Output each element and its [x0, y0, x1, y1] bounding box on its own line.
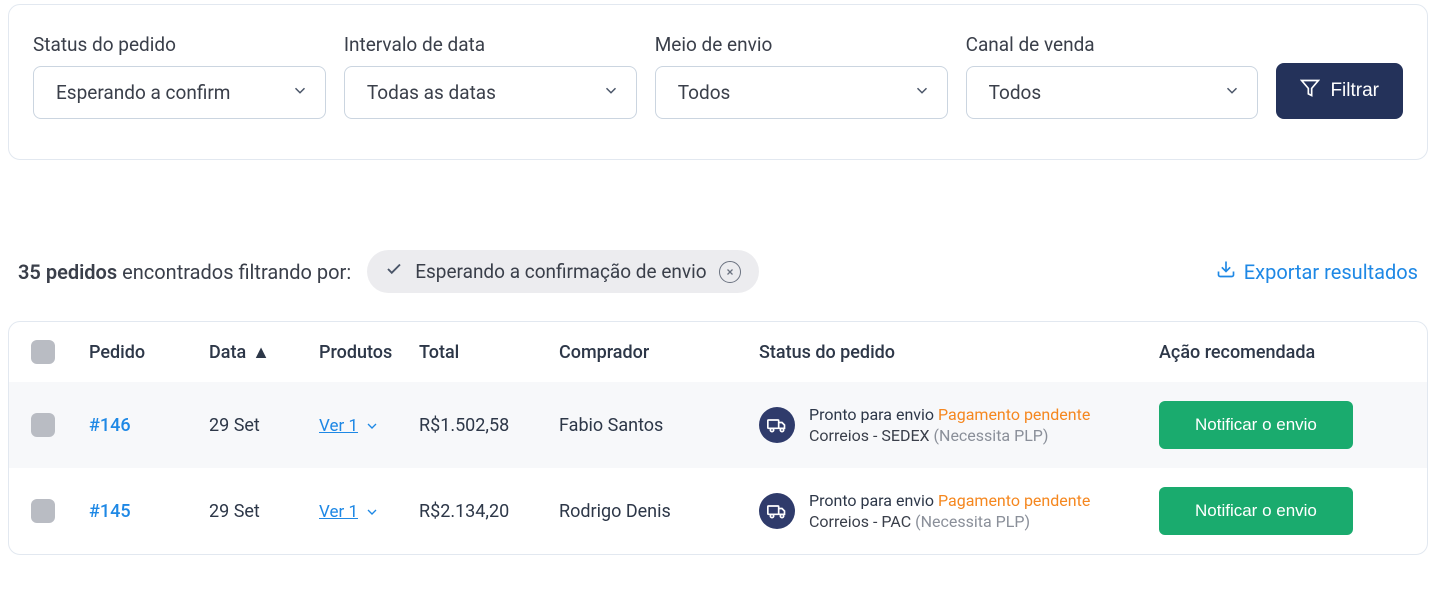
filter-channel-value: Todos — [989, 81, 1042, 104]
filter-channel-label: Canal de venda — [966, 33, 1259, 56]
table-row: #146 29 Set Ver 1 R$1.502,58 Fabio Santo… — [9, 382, 1427, 468]
header-date-sort[interactable]: Data ▲ — [209, 342, 319, 363]
filter-status-label: Status do pedido — [33, 33, 326, 56]
order-buyer: Rodrigo Denis — [559, 501, 759, 522]
status-shipping: Correios - PAC — [809, 512, 911, 531]
summary-found: encontrados filtrando por: — [122, 260, 351, 284]
header-products: Produtos — [319, 342, 419, 363]
status-lines: Pronto para envio Pagamento pendente Cor… — [809, 491, 1090, 531]
filter-date-select[interactable]: Todas as datas — [344, 66, 637, 119]
filter-channel-select[interactable]: Todos — [966, 66, 1259, 119]
notify-shipment-button[interactable]: Notificar o envio — [1159, 401, 1353, 449]
filter-ship-select[interactable]: Todos — [655, 66, 948, 119]
header-action: Ação recomendada — [1159, 342, 1417, 363]
header-total: Total — [419, 342, 559, 363]
summary-text: 35 pedidos encontrados filtrando por: — [18, 260, 351, 284]
header-buyer: Comprador — [559, 342, 759, 363]
products-count: Ver 1 — [319, 416, 358, 436]
row-checkbox[interactable] — [31, 413, 55, 437]
filter-button-label: Filtrar — [1330, 80, 1379, 102]
order-link[interactable]: #146 — [89, 415, 209, 436]
filter-status-select[interactable]: Esperando a confirm — [33, 66, 326, 119]
check-icon — [385, 260, 403, 283]
filter-date-label: Intervalo de data — [344, 33, 637, 56]
funnel-icon — [1300, 78, 1320, 104]
filter-chip-label: Esperando a confirmação de envio — [415, 260, 706, 283]
chevron-down-icon — [364, 504, 380, 520]
filters-panel: Status do pedido Esperando a confirm Int… — [8, 4, 1428, 160]
truck-icon — [759, 407, 795, 443]
table-row: #145 29 Set Ver 1 R$2.134,20 Rodrigo Den… — [9, 468, 1427, 554]
filter-ship: Meio de envio Todos — [655, 33, 948, 119]
status-payment-pending: Pagamento pendente — [938, 405, 1090, 424]
summary-row: 35 pedidos encontrados filtrando por: Es… — [0, 250, 1436, 293]
filter-chip: Esperando a confirmação de envio — [367, 250, 758, 293]
filter-date-value: Todas as datas — [367, 81, 496, 104]
filter-channel: Canal de venda Todos — [966, 33, 1259, 119]
chevron-down-icon — [913, 81, 931, 104]
sort-asc-icon: ▲ — [252, 342, 270, 363]
filter-status-value: Esperando a confirm — [56, 81, 230, 104]
download-icon — [1216, 259, 1236, 284]
products-count: Ver 1 — [319, 502, 358, 522]
export-results-link[interactable]: Exportar resultados — [1216, 259, 1418, 284]
status-lines: Pronto para envio Pagamento pendente Cor… — [809, 405, 1090, 445]
select-all-checkbox[interactable] — [31, 340, 55, 364]
order-link[interactable]: #145 — [89, 501, 209, 522]
remove-chip-button[interactable] — [719, 261, 741, 283]
filter-ship-value: Todos — [678, 81, 731, 104]
filter-ship-label: Meio de envio — [655, 33, 948, 56]
products-expand-link[interactable]: Ver 1 — [319, 416, 380, 436]
status-shipping: Correios - SEDEX — [809, 426, 930, 445]
row-checkbox[interactable] — [31, 499, 55, 523]
order-total: R$2.134,20 — [419, 501, 559, 522]
order-date: 29 Set — [209, 501, 319, 522]
header-order: Pedido — [89, 342, 209, 363]
orders-table: Pedido Data ▲ Produtos Total Comprador S… — [8, 321, 1428, 555]
summary-left: 35 pedidos encontrados filtrando por: Es… — [18, 250, 759, 293]
truck-icon — [759, 493, 795, 529]
filter-status: Status do pedido Esperando a confirm — [33, 33, 326, 119]
chevron-down-icon — [291, 81, 309, 104]
status-plp-note: (Necessita PLP) — [915, 512, 1030, 531]
summary-count: 35 pedidos — [18, 260, 117, 284]
table-header-row: Pedido Data ▲ Produtos Total Comprador S… — [9, 322, 1427, 382]
filter-button[interactable]: Filtrar — [1276, 63, 1403, 119]
header-status: Status do pedido — [759, 342, 1159, 363]
filter-date: Intervalo de data Todas as datas — [344, 33, 637, 119]
status-plp-note: (Necessita PLP) — [934, 426, 1049, 445]
notify-shipment-button[interactable]: Notificar o envio — [1159, 487, 1353, 535]
order-date: 29 Set — [209, 415, 319, 436]
order-status-cell: Pronto para envio Pagamento pendente Cor… — [759, 405, 1159, 445]
export-label: Exportar resultados — [1244, 260, 1418, 284]
header-date-label: Data — [209, 342, 246, 363]
order-buyer: Fabio Santos — [559, 415, 759, 436]
status-ready: Pronto para envio — [809, 491, 934, 510]
chevron-down-icon — [602, 81, 620, 104]
status-payment-pending: Pagamento pendente — [938, 491, 1090, 510]
products-expand-link[interactable]: Ver 1 — [319, 502, 380, 522]
order-total: R$1.502,58 — [419, 415, 559, 436]
status-ready: Pronto para envio — [809, 405, 934, 424]
order-status-cell: Pronto para envio Pagamento pendente Cor… — [759, 491, 1159, 531]
chevron-down-icon — [1223, 81, 1241, 104]
chevron-down-icon — [364, 418, 380, 434]
